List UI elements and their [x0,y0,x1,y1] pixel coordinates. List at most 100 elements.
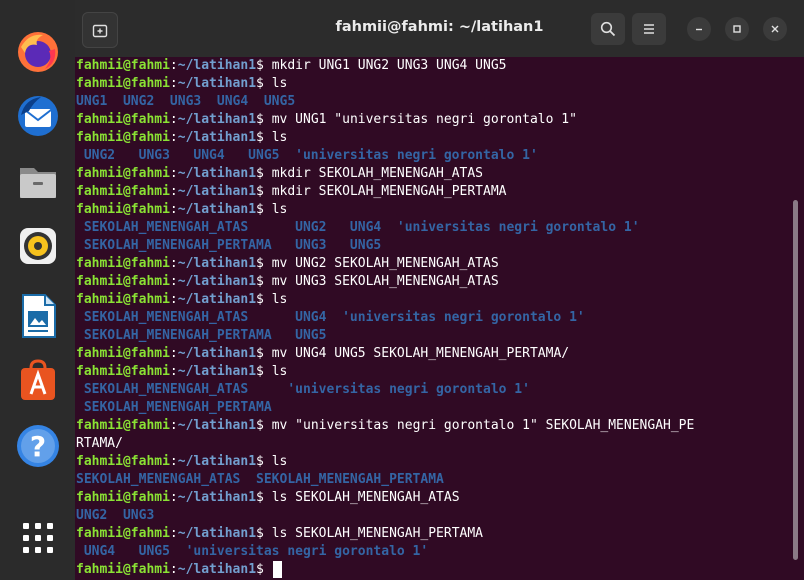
prompt-user: fahmii@fahmi [76,58,170,73]
command-output: SEKOLAH_MENENGAH_ATAS UNG4 'universitas … [76,310,585,325]
rhythmbox-icon[interactable] [13,221,63,271]
prompt-path: ~/latihan1 [177,364,257,379]
prompt-separator: : [169,184,178,199]
prompt-separator: : [169,562,178,577]
prompt-dollar: $ [256,274,272,289]
prompt-path: ~/latihan1 [177,292,257,307]
output-line: UNG4 UNG5 'universitas negri gorontalo 1… [76,543,791,561]
prompt-dollar: $ [256,418,272,433]
prompt-dollar: $ [256,202,272,217]
command-output: SEKOLAH_MENENGAH_PERTAMA [76,400,272,415]
app-center-icon[interactable] [13,355,63,405]
search-button[interactable] [591,13,625,45]
terminal-output[interactable]: fahmii@fahmi:~/latihan1$ mkdir UNG1 UNG2… [75,57,791,580]
prompt-line: fahmii@fahmi:~/latihan1$ ls [76,75,791,93]
output-line: SEKOLAH_MENENGAH_PERTAMA UNG5 [76,327,791,345]
scrollbar[interactable] [793,200,798,560]
maximize-button[interactable] [725,17,749,41]
prompt-path: ~/latihan1 [177,112,257,127]
prompt-separator: : [169,526,178,541]
prompt-separator: : [169,418,178,433]
output-line: UNG2 UNG3 UNG4 UNG5 'universitas negri g… [76,147,791,165]
prompt-line: fahmii@fahmi:~/latihan1$ mv UNG2 SEKOLAH… [76,255,791,273]
command-output: SEKOLAH_MENENGAH_ATAS UNG2 UNG4 'univers… [76,220,640,235]
prompt-line: fahmii@fahmi:~/latihan1$ [76,561,791,579]
dock: ? [0,0,75,580]
prompt-line: fahmii@fahmi:~/latihan1$ mkdir UNG1 UNG2… [76,57,791,75]
prompt-path: ~/latihan1 [177,526,257,541]
prompt-line: fahmii@fahmi:~/latihan1$ ls [76,129,791,147]
command-text: mkdir SEKOLAH_MENENGAH_ATAS [271,166,484,181]
prompt-path: ~/latihan1 [177,346,257,361]
prompt-separator: : [169,112,178,127]
output-line: SEKOLAH_MENENGAH_PERTAMA [76,399,791,417]
command-output: UNG2 UNG3 [76,508,155,523]
prompt-dollar: $ [256,166,272,181]
command-output: SEKOLAH_MENENGAH_PERTAMA UNG3 UNG5 [76,238,382,253]
prompt-user: fahmii@fahmi [76,76,170,91]
output-line: SEKOLAH_MENENGAH_ATAS 'universitas negri… [76,381,791,399]
prompt-dollar: $ [256,58,272,73]
prompt-separator: : [169,346,178,361]
prompt-dollar: $ [256,346,272,361]
prompt-path: ~/latihan1 [177,490,257,505]
thunderbird-icon[interactable] [13,91,63,141]
command-text: mkdir SEKOLAH_MENENGAH_PERTAMA [271,184,507,199]
prompt-separator: : [169,256,178,271]
prompt-dollar: $ [256,292,272,307]
close-button[interactable] [763,17,787,41]
command-output: UNG1 UNG2 UNG3 UNG4 UNG5 [76,94,296,109]
command-text: mv UNG2 SEKOLAH_MENENGAH_ATAS [271,256,499,271]
prompt-user: fahmii@fahmi [76,490,170,505]
prompt-path: ~/latihan1 [177,166,257,181]
files-icon[interactable] [13,157,63,207]
menu-icon [644,24,654,34]
prompt-line: fahmii@fahmi:~/latihan1$ ls SEKOLAH_MENE… [76,489,791,507]
show-apps-icon[interactable] [13,513,63,563]
prompt-user: fahmii@fahmi [76,184,170,199]
command-text: ls SEKOLAH_MENENGAH_PERTAMA [271,526,484,541]
prompt-path: ~/latihan1 [177,130,257,145]
prompt-separator: : [169,76,178,91]
prompt-line: fahmii@fahmi:~/latihan1$ mv UNG4 UNG5 SE… [76,345,791,363]
menu-button[interactable] [632,13,666,45]
prompt-user: fahmii@fahmi [76,112,170,127]
prompt-dollar: $ [256,364,272,379]
output-line: SEKOLAH_MENENGAH_ATAS SEKOLAH_MENENGAH_P… [76,471,791,489]
output-line: UNG1 UNG2 UNG3 UNG4 UNG5 [76,93,791,111]
prompt-path: ~/latihan1 [177,184,257,199]
prompt-path: ~/latihan1 [177,454,257,469]
prompt-dollar: $ [256,526,272,541]
command-text: ls SEKOLAH_MENENGAH_ATAS [271,490,460,505]
command-text: ls [271,130,288,145]
command-text: ls [271,76,288,91]
prompt-line: fahmii@fahmi:~/latihan1$ mkdir SEKOLAH_M… [76,183,791,201]
output-line: UNG2 UNG3 [76,507,791,525]
prompt-separator: : [169,58,178,73]
prompt-separator: : [169,130,178,145]
prompt-path: ~/latihan1 [177,418,257,433]
prompt-dollar: $ [256,76,272,91]
svg-text:?: ? [30,430,46,463]
command-output: SEKOLAH_MENENGAH_ATAS SEKOLAH_MENENGAH_P… [76,472,444,487]
terminal-window: fahmii@fahmi: ~/latihan1 fahmii@fahmi:~/… [75,0,804,580]
help-icon[interactable]: ? [13,421,63,471]
command-text: ls [271,364,288,379]
minimize-button[interactable] [687,17,711,41]
firefox-icon[interactable] [13,27,63,77]
prompt-path: ~/latihan1 [177,202,257,217]
output-line: SEKOLAH_MENENGAH_ATAS UNG2 UNG4 'univers… [76,219,791,237]
prompt-dollar: $ [256,454,272,469]
output-line: RTAMA/ [76,435,791,453]
prompt-user: fahmii@fahmi [76,274,170,289]
text-cursor [272,561,282,578]
prompt-path: ~/latihan1 [177,58,257,73]
prompt-user: fahmii@fahmi [76,526,170,541]
prompt-path: ~/latihan1 [177,76,257,91]
wrapped-command-text: RTAMA/ [76,436,123,451]
prompt-dollar: $ [256,130,272,145]
prompt-user: fahmii@fahmi [76,454,170,469]
command-output: SEKOLAH_MENENGAH_ATAS 'universitas negri… [76,382,530,397]
libreoffice-writer-icon[interactable] [13,291,63,341]
command-text: mv UNG1 "universitas negri gorontalo 1" [271,112,577,127]
